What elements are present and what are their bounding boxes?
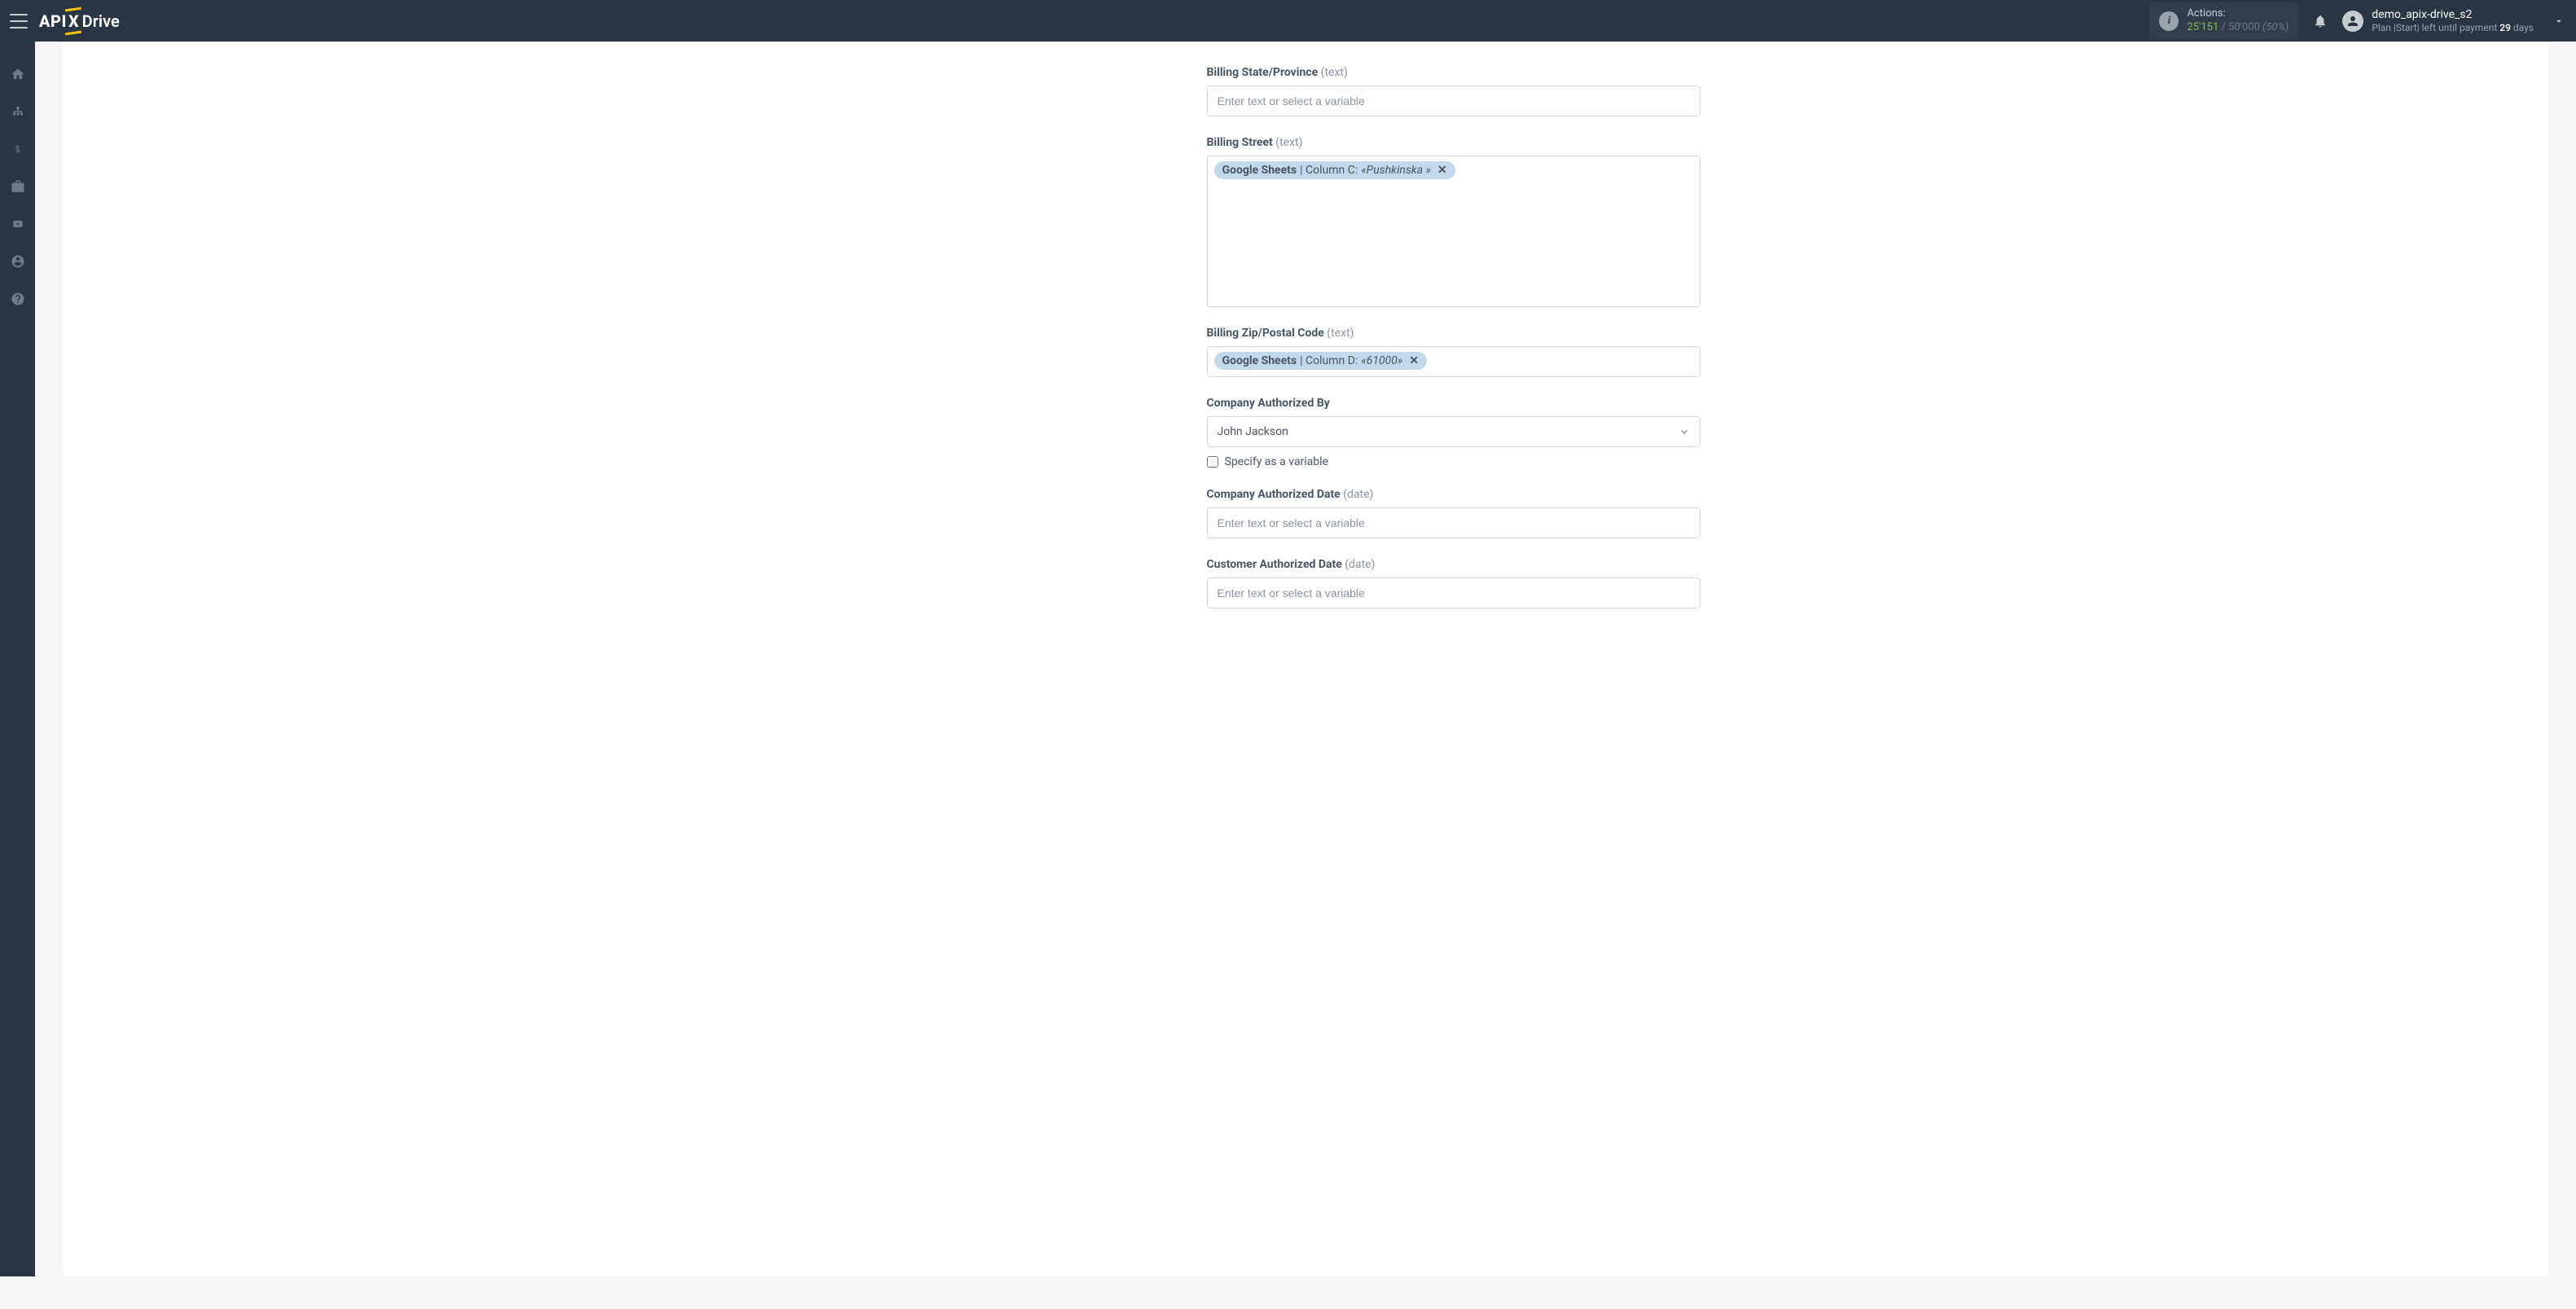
form-column: Billing State/Province (text) Billing St… [1207, 42, 1701, 1276]
menu-toggle-button[interactable] [10, 14, 28, 29]
field-billing-street: Billing Street (text) Google Sheets | Co… [1207, 136, 1701, 307]
checkbox-specify-variable[interactable]: Specify as a variable [1207, 455, 1701, 468]
field-billing-zip: Billing Zip/Postal Code (text) Google Sh… [1207, 327, 1701, 377]
info-icon: i [2159, 11, 2179, 31]
content-area: Billing State/Province (text) Billing St… [35, 42, 2576, 1309]
avatar-icon [2342, 11, 2363, 32]
input-billing-state[interactable] [1207, 86, 1701, 116]
logo-text-api: API [39, 11, 67, 31]
right-column: Billing State/Province (text) Billing St… [358, 42, 2548, 1276]
label-billing-zip: Billing Zip/Postal Code (text) [1207, 327, 1701, 340]
select-company-authorized-by[interactable]: John Jackson [1207, 416, 1701, 447]
logo-text-drive: Drive [82, 11, 120, 31]
input-company-authorized-date[interactable] [1207, 507, 1701, 538]
actions-label: Actions: [2187, 7, 2289, 21]
actions-line: 25'151 / 50'000 (50%) [2187, 21, 2289, 35]
sidebar-home-icon[interactable] [10, 66, 26, 82]
notifications-bell-icon[interactable] [2313, 14, 2328, 29]
select-value: John Jackson [1218, 425, 1288, 438]
left-column [63, 42, 358, 1276]
variable-pill-billing-street[interactable]: Google Sheets | Column C: «Pushkinska » … [1214, 161, 1455, 179]
input-billing-zip[interactable]: Google Sheets | Column D: «61000» ✕ [1207, 346, 1701, 377]
user-plan: Plan |Start| left until payment 29 days [2372, 22, 2534, 35]
label-company-authorized-by: Company Authorized By [1207, 397, 1701, 410]
user-menu[interactable]: demo_apix-drive_s2 Plan |Start| left unt… [2342, 7, 2566, 35]
remove-pill-icon[interactable]: ✕ [1434, 164, 1450, 177]
field-company-authorized-by: Company Authorized By John Jackson Speci… [1207, 397, 1701, 468]
chevron-down-icon[interactable] [2553, 15, 2565, 27]
input-customer-authorized-date[interactable] [1207, 578, 1701, 608]
label-billing-street: Billing Street (text) [1207, 136, 1701, 149]
remove-pill-icon[interactable]: ✕ [1406, 354, 1422, 367]
sidebar-billing-icon[interactable] [10, 141, 26, 157]
sidebar-help-icon[interactable] [10, 291, 26, 307]
logo-text-x: X [67, 11, 81, 31]
logo[interactable]: API X Drive [39, 11, 120, 31]
page-card: Billing State/Province (text) Billing St… [63, 42, 2548, 1276]
topbar: API X Drive i Actions: 25'151 / 50'000 (… [0, 0, 2576, 42]
sidebar-connections-icon[interactable] [10, 103, 26, 120]
user-name: demo_apix-drive_s2 [2372, 7, 2534, 22]
actions-counter[interactable]: i Actions: 25'151 / 50'000 (50%) [2149, 2, 2298, 40]
checkbox-icon[interactable] [1207, 456, 1218, 468]
label-billing-state: Billing State/Province (text) [1207, 66, 1701, 79]
field-company-authorized-date: Company Authorized Date (date) [1207, 488, 1701, 538]
sidebar-account-icon[interactable] [10, 253, 26, 270]
sidebar-briefcase-icon[interactable] [10, 178, 26, 195]
sidebar [0, 42, 35, 1276]
field-billing-state: Billing State/Province (text) [1207, 66, 1701, 116]
chevron-down-icon [1679, 426, 1690, 437]
label-customer-authorized-date: Customer Authorized Date (date) [1207, 558, 1701, 571]
input-billing-street[interactable]: Google Sheets | Column C: «Pushkinska » … [1207, 156, 1701, 307]
variable-pill-billing-zip[interactable]: Google Sheets | Column D: «61000» ✕ [1214, 352, 1428, 370]
sidebar-video-icon[interactable] [10, 216, 26, 232]
field-customer-authorized-date: Customer Authorized Date (date) [1207, 558, 1701, 608]
label-company-authorized-date: Company Authorized Date (date) [1207, 488, 1701, 501]
checkbox-label: Specify as a variable [1225, 455, 1328, 468]
